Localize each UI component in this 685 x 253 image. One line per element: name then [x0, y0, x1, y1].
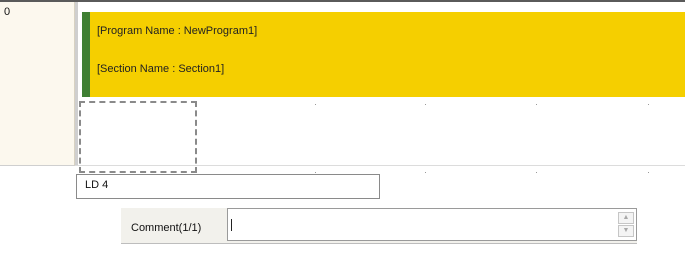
grid-dot	[315, 172, 316, 173]
comment-spinner[interactable]: ▲ ▼	[618, 212, 634, 238]
grid-dot	[315, 104, 316, 105]
text-caret	[231, 219, 232, 231]
rung-number: 0	[4, 6, 11, 18]
grid-dot	[648, 104, 649, 105]
grid-dot	[425, 104, 426, 105]
comment-label: Comment(1/1)	[131, 222, 202, 234]
section-name-label: [Section Name : Section1]	[97, 63, 225, 75]
triangle-up-icon[interactable]: ▲	[618, 212, 634, 224]
triangle-down-icon[interactable]: ▼	[618, 225, 634, 237]
comment-input[interactable]: ▲ ▼	[227, 208, 637, 241]
grid-dot	[536, 172, 537, 173]
grid-dot	[648, 172, 649, 173]
grid-dot	[425, 172, 426, 173]
header-marker-bar	[82, 12, 90, 97]
ladder-cursor-cell[interactable]	[79, 101, 197, 173]
left-power-rail	[75, 2, 78, 166]
grid-dot	[536, 104, 537, 105]
rung-row-gutter: 0	[0, 2, 75, 166]
program-name-label: [Program Name : NewProgram1]	[97, 25, 258, 37]
comment-panel: Comment(1/1) ▲ ▼	[121, 208, 637, 244]
program-section-header[interactable]: [Program Name : NewProgram1] [Section Na…	[82, 12, 685, 97]
window-top-border	[0, 0, 685, 2]
instruction-input[interactable]: LD 4	[76, 174, 380, 199]
